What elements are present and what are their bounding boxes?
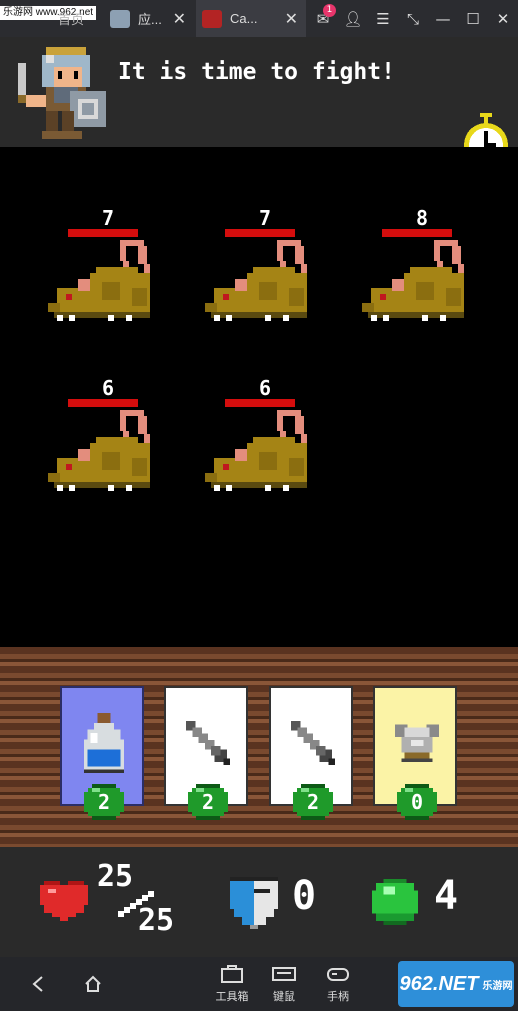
battlefield: 7 7 8 6 6	[0, 147, 518, 647]
card-cost-value: 0	[410, 790, 424, 814]
sword-card[interactable]: 2	[269, 686, 353, 820]
close-window-icon[interactable]: ✕	[488, 0, 518, 37]
tab-game[interactable]: Ca... ✕	[196, 0, 306, 37]
minimize-icon[interactable]: —	[428, 0, 458, 37]
tab-home-label: 首页	[58, 12, 85, 27]
enemy-rat[interactable]: 7	[48, 207, 168, 347]
keyboard-label: 键鼠	[273, 991, 295, 1003]
green-gem-icon	[372, 879, 418, 925]
maximize-icon[interactable]: ☐	[458, 0, 488, 37]
card-cost-badge: 2	[188, 784, 228, 820]
sword-card[interactable]: 2	[164, 686, 248, 820]
player-stats-bar: 25 25 0 4	[0, 847, 518, 957]
rat-icon	[48, 410, 150, 491]
card-cost-badge: 2	[293, 784, 333, 820]
tab-app-center[interactable]: 应... ✕	[104, 0, 194, 37]
game-header: It is time to fight!	[0, 37, 518, 167]
toolbox-button[interactable]: 工具箱	[208, 957, 256, 1011]
home-icon	[85, 975, 101, 992]
back-button[interactable]	[22, 957, 56, 1011]
site-logo: 962.NET 乐游网	[398, 961, 514, 1007]
tab-app-label: 应...	[138, 12, 162, 27]
card-cost-value: 2	[201, 790, 215, 814]
tab-home[interactable]: 首页	[30, 0, 100, 37]
enemy-hp-value: 7	[258, 206, 272, 230]
card-cost-badge: 2	[84, 784, 124, 820]
armor-card[interactable]: 0	[373, 686, 457, 820]
battle-message: It is time to fight!	[118, 59, 395, 85]
sword-icon	[186, 721, 230, 765]
enemy-hp-value: 6	[258, 376, 272, 400]
card-cost-value: 2	[97, 790, 111, 814]
close-icon[interactable]: ✕	[285, 9, 298, 28]
gem-count: 4	[434, 873, 459, 919]
card-cost-value: 2	[306, 790, 320, 814]
window-tab-bar: 乐游网 www.962.net 首页 应... ✕ Ca... ✕ ✉ 1 👤︎…	[0, 0, 518, 37]
gamepad-button[interactable]: 手柄	[316, 957, 360, 1011]
home-button[interactable]	[76, 957, 110, 1011]
potion-icon	[84, 713, 124, 773]
enemy-rat[interactable]: 6	[48, 377, 168, 517]
rat-icon	[205, 410, 307, 491]
rat-icon	[48, 240, 150, 321]
back-arrow-icon	[32, 976, 43, 992]
rat-icon	[362, 240, 464, 321]
keyboard-mouse-button[interactable]: 键鼠	[262, 957, 306, 1011]
sword-icon	[291, 721, 335, 765]
potion-card[interactable]: 2	[60, 686, 144, 820]
close-icon[interactable]: ✕	[173, 9, 186, 28]
toolbox-icon	[221, 965, 243, 983]
hp-max-value: 25	[138, 903, 175, 938]
heart-icon	[40, 881, 88, 921]
enemy-rat[interactable]: 7	[205, 207, 325, 347]
site-logo-subtitle: 乐游网	[482, 980, 513, 992]
window-controls: ✉ 1 👤︎ ☰ ⤡ — ☐ ✕	[308, 0, 518, 37]
enemy-hp-value: 6	[101, 376, 115, 400]
enemy-hp-value: 8	[415, 206, 429, 230]
gamepad-label: 手柄	[327, 991, 349, 1003]
shield-icon	[230, 877, 278, 929]
app-store-icon	[110, 9, 130, 28]
mail-icon[interactable]: ✉ 1	[308, 0, 338, 37]
toolbox-label: 工具箱	[215, 991, 249, 1003]
keyboard-icon	[272, 967, 296, 981]
notification-badge: 1	[323, 4, 336, 17]
armor-icon	[395, 724, 439, 762]
rat-icon	[205, 240, 307, 321]
enemy-hp-value: 7	[101, 206, 115, 230]
game-icon	[202, 9, 222, 28]
enemy-rat[interactable]: 6	[205, 377, 325, 517]
tab-game-label: Ca...	[230, 11, 258, 26]
emulator-bottom-bar: 工具箱 键鼠 手柄 962.NET 乐游网	[0, 957, 518, 1011]
enemy-rat[interactable]: 8	[362, 207, 482, 347]
menu-icon[interactable]: ☰	[368, 0, 398, 37]
card-cost-badge: 0	[397, 784, 437, 820]
site-logo-text: 962.NET	[399, 972, 479, 995]
knight-hero-icon	[18, 47, 106, 139]
armor-value: 0	[292, 873, 317, 919]
user-icon[interactable]: 👤︎	[338, 0, 368, 37]
gamepad-icon	[327, 968, 349, 981]
fullscreen-icon[interactable]: ⤡	[398, 0, 428, 37]
